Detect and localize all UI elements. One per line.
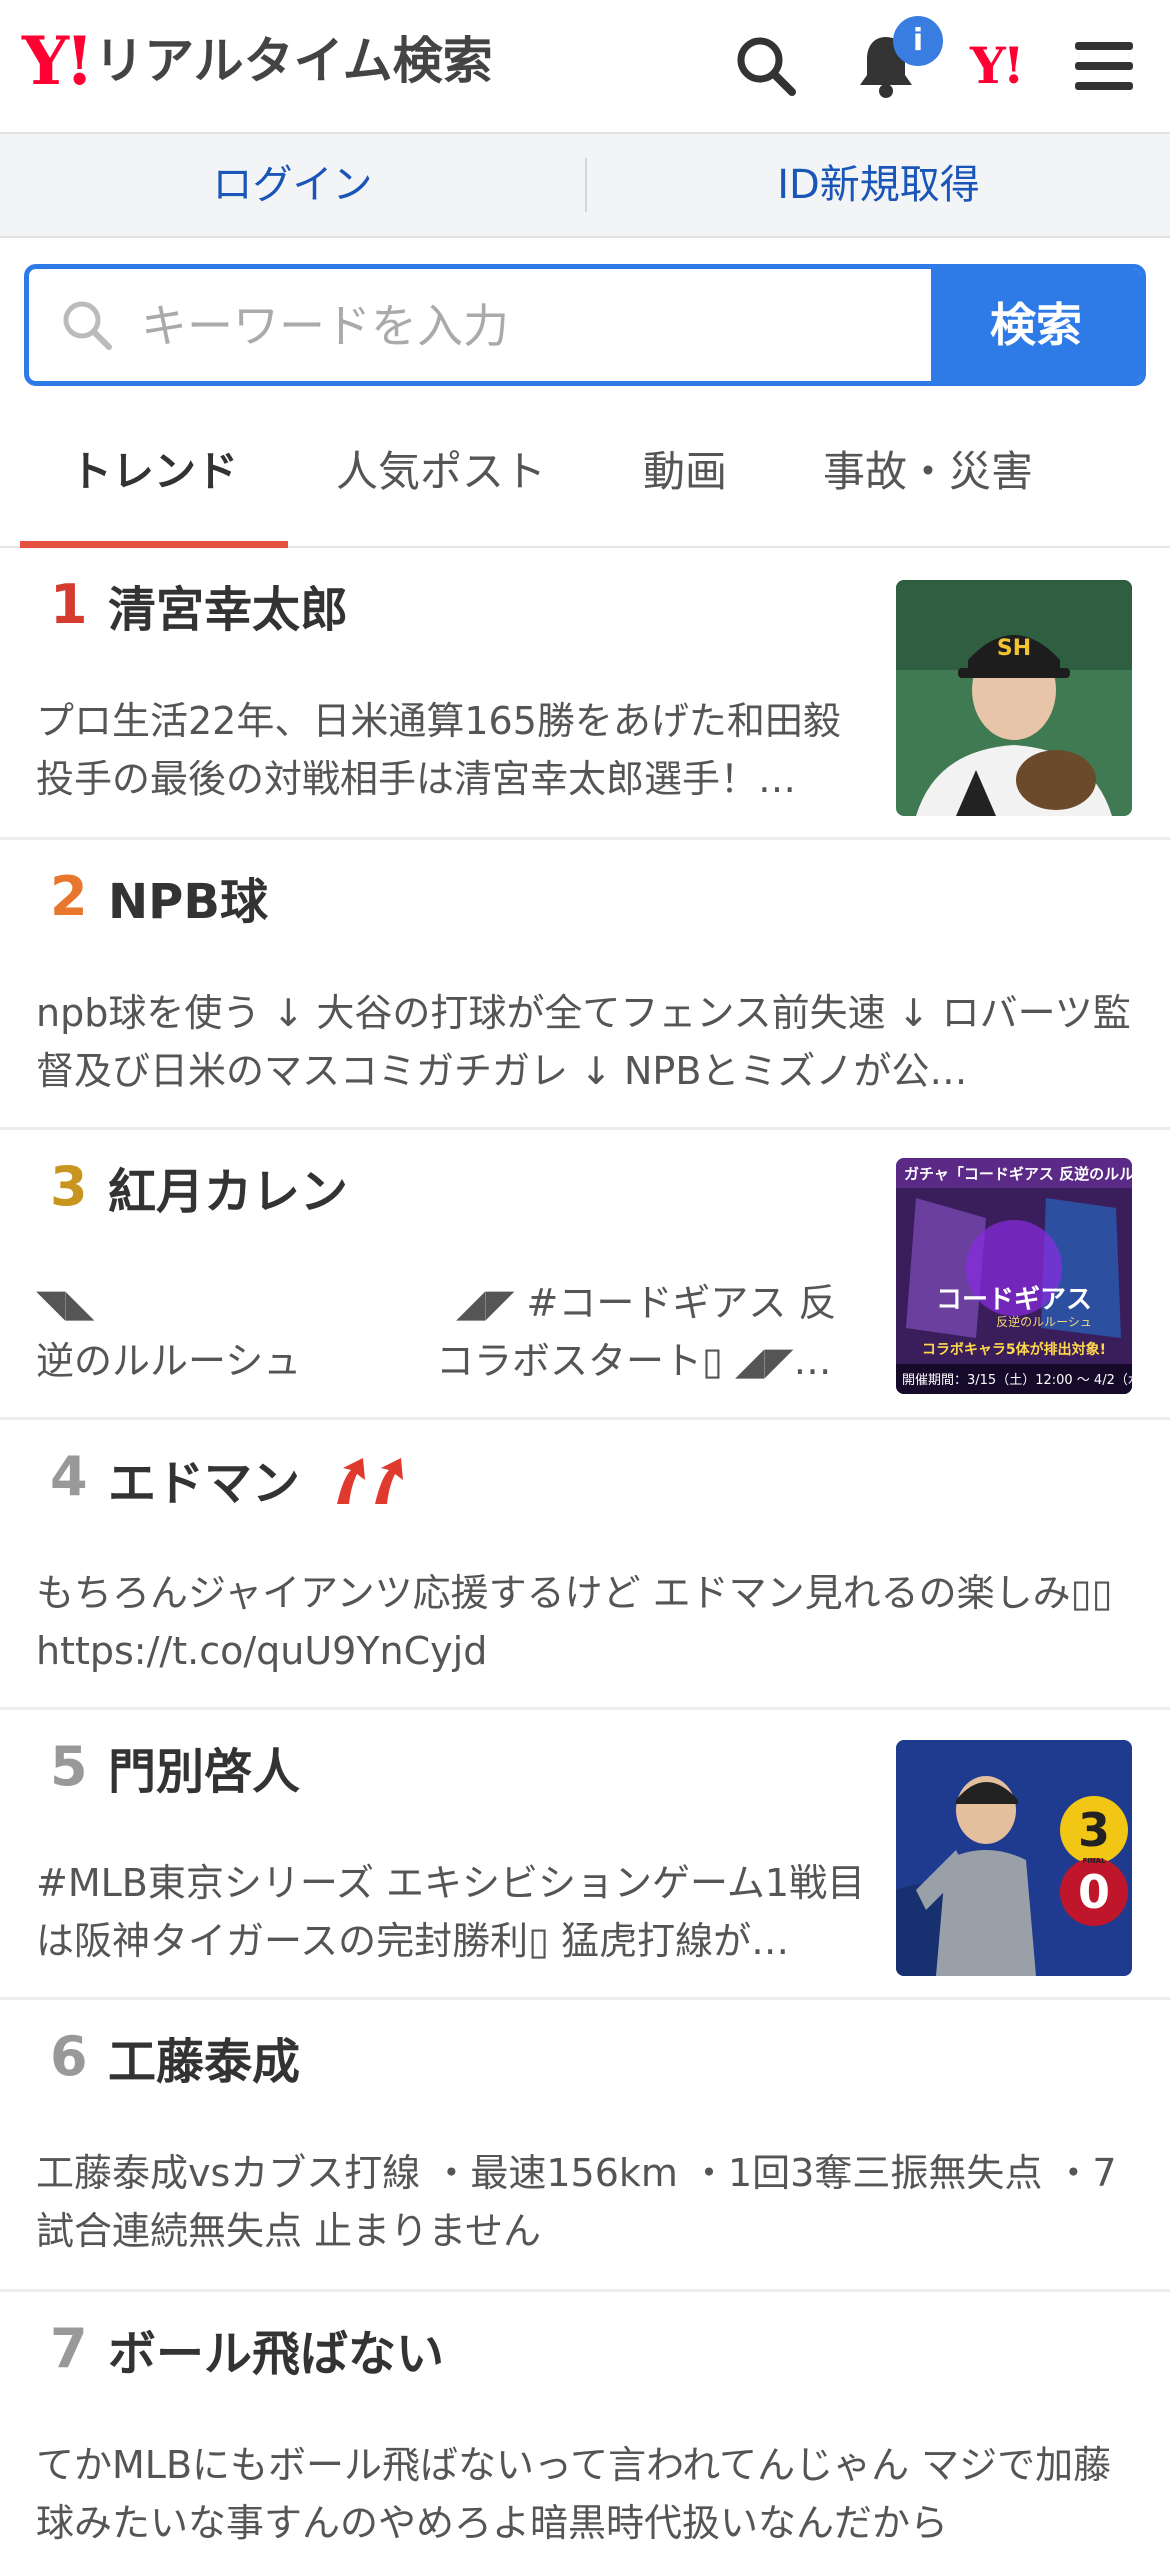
trend-keyword: 紅月カレン: [108, 1164, 349, 1220]
svg-text:SH: SH: [997, 636, 1031, 661]
trend-item-6[interactable]: 6 工藤泰成 工藤泰成vsカブス打線 ・最速156km ・1回3奪三振無失点 ・…: [0, 2000, 1170, 2292]
trend-description: ◥◣ ◢◤ #コードギアス 反 逆のルルーシュ コラボスタート▯ ◢◤…: [36, 1274, 866, 1390]
login-link[interactable]: ログイン: [0, 134, 585, 236]
trend-keyword: NPB球: [108, 874, 268, 930]
trend-keyword: 清宮幸太郎: [108, 582, 349, 638]
trend-item-4[interactable]: 4 エドマン もちろんジャイアンツ応援するけど エドマン見れるの楽しみ▯▯ ht…: [0, 1420, 1170, 1710]
tab-video[interactable]: 動画: [600, 402, 770, 546]
collab-logo: コードギアス: [936, 1285, 1092, 1315]
notification-badge: i: [893, 16, 943, 66]
desc-line1-left: ◥◣: [36, 1281, 95, 1325]
trending-up-icon: [329, 1456, 411, 1517]
desc-line2-right: コラボスタート▯ ◢◤…: [436, 1339, 832, 1383]
trend-description: てかMLBにもボール飛ばないって言われてんじゃん マジで加藤球みたいな事すんのや…: [36, 2443, 1112, 2545]
app-title: リアルタイム検索: [94, 32, 493, 90]
login-bar: ログイン ID新規取得: [0, 134, 1170, 238]
score-top: 3: [1078, 1803, 1110, 1857]
tab-trend[interactable]: トレンド: [20, 402, 288, 548]
trend-keyword: ボール飛ばない: [108, 2326, 445, 2382]
trend-item-7[interactable]: 7 ボール飛ばない てかMLBにもボール飛ばないって言われてんじゃん マジで加藤…: [0, 2292, 1170, 2552]
trend-rank: 2: [50, 865, 88, 928]
trend-rank: 3: [50, 1155, 88, 1218]
trend-description: npb球を使う ↓ 大谷の打球が全てフェンス前失速 ↓ ロバーツ監督及び日米のマ…: [36, 991, 1131, 1093]
trend-rank: 1: [50, 573, 88, 636]
app-header: Y! リアルタイム検索 i Y!: [0, 0, 1170, 134]
collab-subtitle: 反逆のルルーシュ: [996, 1314, 1092, 1329]
trend-keyword: エドマン: [108, 1455, 301, 1512]
score-final: FINAL: [1082, 1857, 1106, 1865]
register-link[interactable]: ID新規取得: [587, 134, 1170, 236]
search-input[interactable]: [139, 269, 943, 381]
hamburger-menu-icon[interactable]: [1064, 26, 1144, 106]
trend-rank: 4: [50, 1445, 88, 1508]
trend-description: プロ生活22年、日米通算165勝をあげた和田毅投手の最後の対戦相手は清宮幸太郎選…: [36, 699, 841, 801]
yahoo-logo-mark: Y!: [22, 22, 94, 100]
desc-line1-right: ◢◤ #コードギアス 反: [456, 1281, 837, 1325]
banner-text: ガチャ「コードギアス 反逆のルルー: [904, 1165, 1132, 1183]
trend-item-2[interactable]: 2 NPB球 npb球を使う ↓ 大谷の打球が全てフェンス前失速 ↓ ロバーツ監…: [0, 840, 1170, 1130]
search-icon[interactable]: [726, 26, 806, 106]
search-button[interactable]: 検索: [931, 269, 1141, 381]
trend-thumbnail: ガチャ「コードギアス 反逆のルルー コードギアス 反逆のルルーシュ コラボキャラ…: [896, 1158, 1132, 1394]
tab-accident-disaster[interactable]: 事故・災害: [800, 402, 1056, 546]
yahoo-japan-icon[interactable]: Y!: [970, 36, 1025, 95]
trend-description: 工藤泰成vsカブス打線 ・最速156km ・1回3奪三振無失点 ・7試合連続無失…: [36, 2151, 1117, 2253]
score-bottom: 0: [1078, 1865, 1110, 1919]
collab-caption: コラボキャラ5体が排出対象!: [922, 1341, 1106, 1358]
trend-description: もちろんジャイアンツ応援するけど エドマン見れるの楽しみ▯▯ https://t…: [36, 1571, 1113, 1673]
trend-item-1[interactable]: 1 清宮幸太郎 プロ生活22年、日米通算165勝をあげた和田毅投手の最後の対戦相…: [0, 548, 1170, 840]
search-box: 検索: [24, 264, 1146, 386]
yahoo-realtime-logo[interactable]: Y! リアルタイム検索: [22, 28, 493, 94]
trend-thumbnail: SH: [896, 580, 1132, 816]
trend-thumbnail: 3 FINAL 0: [896, 1740, 1132, 1976]
tab-popular-posts[interactable]: 人気ポスト: [306, 402, 576, 546]
desc-line2-left: 逆のルルーシュ: [36, 1339, 302, 1383]
trend-rank: 6: [50, 2025, 88, 2088]
trend-item-3[interactable]: 3 紅月カレン ◥◣ ◢◤ #コードギアス 反 逆のルルーシュ コラボスタート▯…: [0, 1130, 1170, 1420]
trend-keyword-row: エドマン: [108, 1456, 411, 1517]
search-field-icon: [59, 297, 115, 357]
trend-item-5[interactable]: 5 門別啓人 #MLB東京シリーズ エキシビションゲーム1戦目は阪神タイガースの…: [0, 1710, 1170, 2000]
tab-bar: トレンド 人気ポスト 動画 事故・災害: [0, 402, 1170, 548]
trend-keyword: 門別啓人: [108, 1744, 301, 1800]
trend-keyword: 工藤泰成: [108, 2034, 301, 2090]
trend-description: #MLB東京シリーズ エキシビションゲーム1戦目は阪神タイガースの完封勝利▯ 猛…: [36, 1861, 866, 1963]
trend-rank: 5: [50, 1735, 88, 1798]
trend-rank: 7: [50, 2317, 88, 2380]
event-period: 開催期間：3/15（土）12:00 ～ 4/2（水）: [902, 1373, 1132, 1388]
